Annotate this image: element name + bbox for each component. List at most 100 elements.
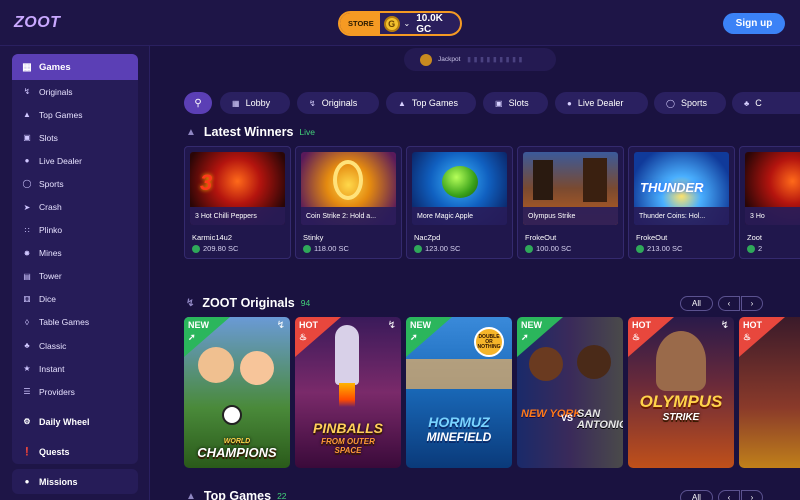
chevron-left-icon: ‹: [727, 299, 731, 308]
gold-coin-icon: G: [383, 15, 400, 32]
sweeps-coin-icon: [192, 244, 200, 253]
section-title-text: Top Games: [203, 489, 272, 500]
sidebar-item-providers[interactable]: ☰ Providers: [12, 380, 138, 403]
bolt-icon: ↯: [23, 87, 31, 97]
sidebar-games-header[interactable]: ▦ Games: [12, 54, 138, 80]
top-games-next-button[interactable]: ›: [741, 490, 763, 500]
tab-top-games[interactable]: ▲ Top Games: [386, 92, 476, 114]
sidebar-item-label: Instant: [39, 363, 65, 374]
winner-card[interactable]: 3 3 Hot Chilli Peppers Karmic14u2 209.80…: [184, 146, 291, 259]
sidebar-item-classic[interactable]: ♣ Classic: [12, 334, 138, 357]
section-title-text: ZOOT Originals: [202, 296, 295, 310]
winner-game-name: More Magic Apple: [412, 207, 507, 225]
jackpot-counter: ▮▮▮▮▮▮▮▮▮: [466, 54, 525, 65]
winner-card[interactable]: 3 Ho Zoot 2: [739, 146, 800, 259]
sidebar-item-plinko[interactable]: ∷ Plinko: [12, 219, 138, 242]
winner-card[interactable]: Olympus Strike FrokeOut 100.00 SC: [517, 146, 624, 259]
tab-slots[interactable]: ▣ Slots: [483, 92, 548, 114]
live-indicator: Live: [299, 127, 315, 137]
sidebar-item-label: Originals: [39, 86, 73, 97]
double-or-nothing-badge: DOUBLE OR NOTHING: [474, 327, 504, 357]
game-title-line: VS: [561, 413, 574, 423]
tab-live-dealer[interactable]: ● Live Dealer: [555, 92, 648, 114]
winner-game-name: 3 Ho: [745, 207, 800, 225]
sidebar-item-slots[interactable]: ▣ Slots: [12, 126, 138, 149]
game-title-line: STRIKE: [662, 412, 700, 423]
originals-count: 94: [300, 298, 311, 308]
winner-card[interactable]: Coin Strike 2: Hold a... Stinky 118.00 S…: [295, 146, 402, 259]
game-card-hormuz-minefield[interactable]: DOUBLE OR NOTHING NEW ➚ HORMUZ MINEFIELD: [406, 317, 512, 468]
sidebar-item-top-games[interactable]: ▲ Top Games: [12, 103, 138, 126]
bolt-icon: ↯: [276, 320, 285, 331]
chevron-down-icon[interactable]: ⌄: [404, 19, 411, 28]
sign-up-button[interactable]: Sign up: [723, 13, 785, 34]
tab-sports[interactable]: ◯ Sports: [654, 92, 726, 114]
slots-icon: ▣: [23, 133, 31, 143]
trophy-icon: ▲: [186, 126, 196, 138]
sidebar-item-table-games[interactable]: ◊ Table Games: [12, 311, 138, 334]
sports-icon: ◯: [22, 179, 32, 189]
soccer-ball-icon: [222, 405, 242, 425]
sidebar-item-crash[interactable]: ➤ Crash: [12, 195, 138, 218]
winner-username: FrokeOut: [636, 233, 668, 242]
sidebar-item-tower[interactable]: ▤ Tower: [12, 265, 138, 288]
sidebar-item-mines[interactable]: ✸ Mines: [12, 242, 138, 265]
game-title-line: HORMUZ: [428, 414, 490, 430]
tab-originals[interactable]: ↯ Originals: [297, 92, 379, 114]
quests-label: Quests: [39, 446, 70, 457]
sidebar-item-dice[interactable]: ⚅ Dice: [12, 288, 138, 311]
tab-classic[interactable]: ♣ C: [732, 92, 800, 114]
tab-label: Sports: [680, 98, 707, 108]
originals-prev-button[interactable]: ‹: [718, 296, 740, 311]
sidebar-item-instant[interactable]: ★ Instant: [12, 357, 138, 380]
zoot-logo[interactable]: ZOOT: [14, 14, 60, 32]
sidebar-item-label: Crash: [39, 202, 62, 213]
instant-icon: ★: [23, 364, 31, 374]
game-title-line: FROM OUTER SPACE: [321, 437, 375, 455]
game-card-new-york-vs-san-antonio[interactable]: NEW ➚ NEW YORK VS SAN ANTONIO: [517, 317, 623, 468]
originals-all-button[interactable]: All: [680, 296, 713, 311]
originals-next-button[interactable]: ›: [741, 296, 763, 311]
plinko-icon: ∷: [24, 225, 30, 235]
slots-icon: ▣: [495, 98, 503, 108]
sidebar-item-label: Plinko: [39, 225, 63, 236]
game-card-olympus-strike[interactable]: HOT ♨ ↯ OLYMPUS STRIKE: [628, 317, 734, 468]
tab-label: Top Games: [411, 98, 458, 108]
store-balance-pill[interactable]: STORE G ⌄ 10.0K GC: [338, 11, 462, 36]
game-thumbnail: 3 3 Hot Chilli Peppers: [190, 152, 285, 225]
missions-button[interactable]: ● Missions: [12, 469, 138, 494]
sidebar-item-label: Classic: [39, 340, 67, 351]
top-games-prev-button[interactable]: ‹: [718, 490, 740, 500]
quests-button[interactable]: ❗ Quests: [12, 439, 138, 464]
search-button[interactable]: ⚲: [184, 92, 212, 114]
sweeps-coin-icon: [636, 244, 644, 253]
game-card-partial[interactable]: HOT ♨: [739, 317, 800, 468]
quests-icon: ❗: [22, 447, 32, 456]
winner-username: FrokeOut: [525, 233, 557, 242]
daily-wheel-label: Daily Wheel: [39, 416, 90, 427]
classic-icon: ♣: [24, 341, 30, 351]
winner-card[interactable]: THUNDER Thunder Coins: Hol... FrokeOut 2…: [628, 146, 735, 259]
sidebar-item-live-dealer[interactable]: ● Live Dealer: [12, 149, 138, 172]
store-button[interactable]: STORE: [340, 13, 380, 34]
chevron-right-icon: ›: [750, 299, 754, 308]
top-games-count: 22: [277, 491, 287, 500]
game-card-world-champions[interactable]: NEW ➚ ↯ WORLD CHAMPIONS: [184, 317, 290, 468]
game-thumbnail: THUNDER Thunder Coins: Hol...: [634, 152, 729, 225]
winner-card[interactable]: More Magic Apple NacZpd 123.00 SC: [406, 146, 513, 259]
sidebar-item-sports[interactable]: ◯ Sports: [12, 172, 138, 195]
tab-label: C: [755, 98, 762, 108]
game-card-pinballs[interactable]: HOT ♨ ↯ PINBALLS FROM OUTER SPACE: [295, 317, 401, 468]
winner-game-name: Coin Strike 2: Hold a...: [301, 207, 396, 225]
winner-game-name: Thunder Coins: Hol...: [634, 207, 729, 225]
wheel-icon: ⚙: [23, 417, 31, 426]
daily-wheel-button[interactable]: ⚙ Daily Wheel: [12, 409, 138, 434]
sports-icon: ◯: [666, 98, 675, 108]
top-games-all-button[interactable]: All: [680, 490, 713, 500]
game-thumbnail: 3 Ho: [745, 152, 800, 225]
category-tabs: ⚲ ▦ Lobby ↯ Originals ▲ Top Games ▣ Slots ● L…: [184, 92, 800, 114]
sweeps-coin-icon: [414, 244, 422, 253]
tab-lobby[interactable]: ▦ Lobby: [220, 92, 290, 114]
sidebar-item-originals[interactable]: ↯ Originals: [12, 80, 138, 103]
sidebar-item-label: Slots: [39, 132, 58, 143]
